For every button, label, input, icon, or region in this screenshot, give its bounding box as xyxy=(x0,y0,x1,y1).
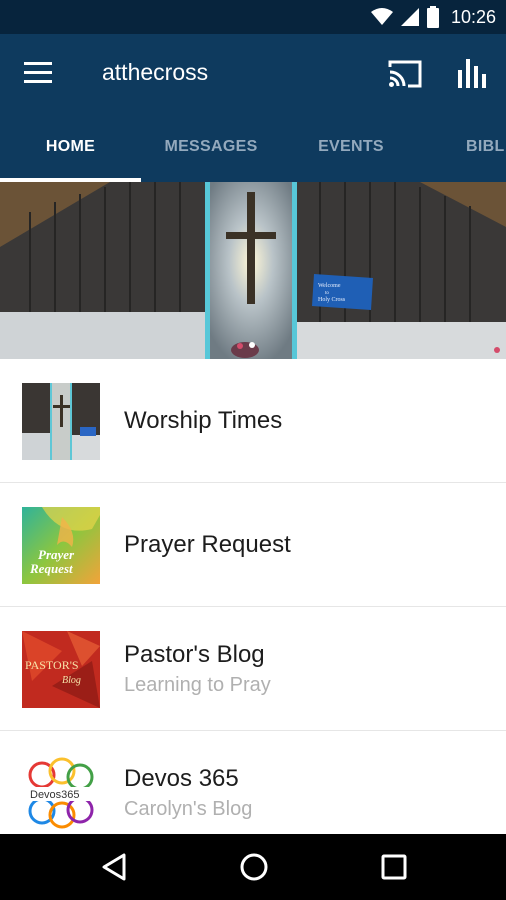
pastor-thumb-text-2: Blog xyxy=(62,675,81,686)
app-bar: atthecross xyxy=(0,34,506,116)
tab-messages[interactable]: MESSAGES xyxy=(141,116,281,182)
pastors-blog-thumbnail: PASTOR'S Blog xyxy=(22,631,100,708)
signal-icon xyxy=(400,8,419,26)
list-item-prayer-request[interactable]: Prayer Request Prayer Request xyxy=(0,483,506,607)
devos-thumb-text: Devos365 xyxy=(30,789,80,801)
wifi-icon xyxy=(370,8,393,25)
list-item-title: Pastor's Blog xyxy=(124,641,265,668)
bar-chart-icon xyxy=(458,59,486,88)
status-bar: 10:26 xyxy=(0,0,506,34)
list-item-title: Prayer Request xyxy=(124,531,291,558)
list-item-devos-365[interactable]: Devos365 Devos 365 Carolyn's Blog xyxy=(0,731,506,834)
tab-bible[interactable]: BIBL xyxy=(466,116,506,182)
list-item-title: Devos 365 xyxy=(124,765,239,792)
back-icon xyxy=(102,853,126,881)
hero-banner: Welcome to Holy Cross xyxy=(0,182,506,359)
app-title: atthecross xyxy=(102,59,209,85)
prayer-thumb-text-2: Request xyxy=(29,561,73,576)
status-time: 10:26 xyxy=(450,6,496,27)
system-nav-bar xyxy=(0,834,506,900)
worship-thumbnail xyxy=(22,383,100,460)
screen-text-1: Welcome xyxy=(318,283,341,289)
pastor-thumb-text-1: PASTOR'S xyxy=(25,658,79,672)
menu-button[interactable] xyxy=(24,61,54,89)
back-button[interactable] xyxy=(96,847,136,887)
battery-icon xyxy=(426,6,439,28)
tab-home[interactable]: HOME xyxy=(0,116,141,182)
list-item-subtitle: Carolyn's Blog xyxy=(124,798,253,820)
stats-button[interactable] xyxy=(456,56,490,90)
cast-icon xyxy=(388,60,422,88)
list-item-title: Worship Times xyxy=(124,407,283,434)
recents-icon xyxy=(381,854,407,880)
tab-events[interactable]: EVENTS xyxy=(281,116,421,182)
prayer-thumb-text-1: Prayer xyxy=(38,547,75,562)
home-button[interactable] xyxy=(234,847,274,887)
status-icons: 10:26 xyxy=(370,0,496,34)
list-item-worship-times[interactable]: Worship Times xyxy=(0,359,506,483)
menu-icon xyxy=(24,62,52,83)
screen-text-3: Holy Cross xyxy=(318,297,346,303)
church-sanctuary-image: Welcome to Holy Cross xyxy=(0,182,506,359)
prayer-request-thumbnail: Prayer Request xyxy=(22,507,100,584)
list-item-subtitle: Learning to Pray xyxy=(124,674,271,696)
tab-bar: HOME MESSAGES EVENTS BIBL xyxy=(0,116,506,182)
list-item-pastors-blog[interactable]: PASTOR'S Blog Pastor's Blog Learning to … xyxy=(0,607,506,731)
content-list: Worship Times Prayer Request Prayer Requ… xyxy=(0,359,506,834)
screen-text-2: to xyxy=(325,291,329,296)
recents-button[interactable] xyxy=(374,847,414,887)
cast-button[interactable] xyxy=(387,58,423,90)
home-icon xyxy=(240,853,268,881)
devos365-thumbnail: Devos365 xyxy=(22,755,100,832)
